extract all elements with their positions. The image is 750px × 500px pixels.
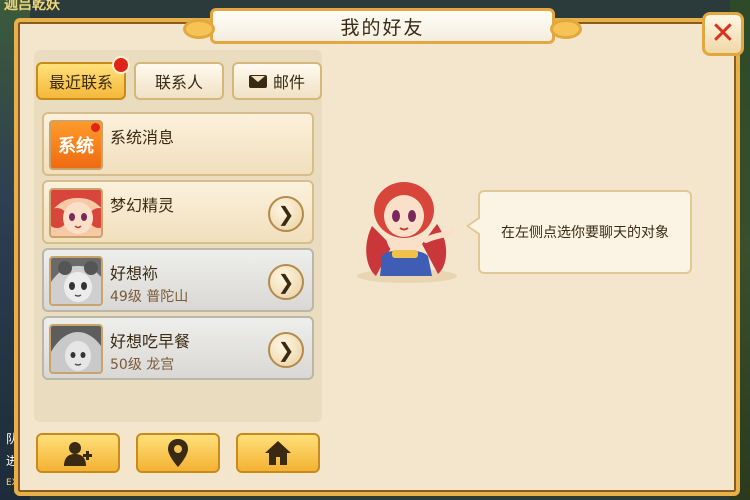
avatar — [49, 188, 103, 238]
avatar — [49, 256, 103, 306]
contact-name: 好想袮 — [110, 264, 159, 283]
system-avatar: 系统 — [49, 120, 103, 170]
tab-recent-contacts[interactable]: 最近联系 — [36, 56, 130, 100]
contact-name: 好想吃早餐 — [110, 332, 191, 351]
tab-label: 邮件 — [272, 73, 305, 92]
close-icon: ✕ — [710, 16, 736, 51]
window-title-bar: 我的好友 — [183, 8, 582, 44]
add-friend-icon — [64, 442, 92, 466]
open-chat-button[interactable]: ❯ — [268, 332, 304, 368]
contact-item[interactable]: 好想袮 49级 普陀山 ❯ — [42, 248, 314, 312]
contact-level-school: 50级 龙宫 — [110, 357, 175, 373]
contact-name: 梦幻精灵 — [110, 196, 175, 215]
contact-item[interactable]: 好想吃早餐 50级 龙宫 ❯ — [42, 316, 314, 380]
avatar — [49, 324, 103, 374]
contact-level-school: 49级 普陀山 — [110, 289, 189, 305]
tab-label: 联系人 — [154, 73, 203, 92]
hint-text: 在左侧点选你要聊天的对象 — [501, 225, 669, 241]
tab-bar: 最近联系 联系人 邮件 — [36, 56, 322, 102]
contact-list: 系统 系统消息 梦幻精灵 ❯ 好想袮 49级 普陀山 ❯ 好想吃早餐 50级 龙… — [42, 112, 316, 384]
bottom-toolbar — [36, 433, 320, 473]
background-corner-text: 迦吕乾妖 — [4, 0, 60, 13]
chevron-right-icon: ❯ — [277, 270, 295, 294]
tab-label: 最近联系 — [48, 73, 113, 92]
contact-item[interactable]: 梦幻精灵 ❯ — [42, 180, 314, 244]
fairy-character-illustration — [357, 182, 457, 283]
contact-name: 系统消息 — [110, 128, 175, 147]
home-icon — [265, 441, 291, 465]
hint-speech-bubble: 在左侧点选你要聊天的对象 — [466, 190, 692, 274]
location-pin-icon — [168, 439, 188, 467]
chevron-right-icon: ❯ — [277, 338, 295, 362]
chevron-right-icon: ❯ — [277, 202, 295, 226]
window-title: 我的好友 — [340, 16, 425, 39]
open-chat-button[interactable]: ❯ — [268, 196, 304, 232]
notification-badge — [91, 123, 100, 132]
tab-contacts[interactable]: 联系人 — [134, 62, 224, 100]
avatar-label: 系统 — [58, 136, 94, 157]
notification-badge — [112, 56, 130, 74]
tab-mail[interactable]: 邮件 — [232, 62, 322, 100]
mail-icon — [248, 74, 267, 88]
close-button[interactable]: ✕ — [702, 12, 744, 56]
location-button[interactable] — [136, 433, 220, 473]
contact-item-system[interactable]: 系统 系统消息 — [42, 112, 314, 176]
open-chat-button[interactable]: ❯ — [268, 264, 304, 300]
home-button[interactable] — [236, 433, 320, 473]
add-friend-button[interactable] — [36, 433, 120, 473]
